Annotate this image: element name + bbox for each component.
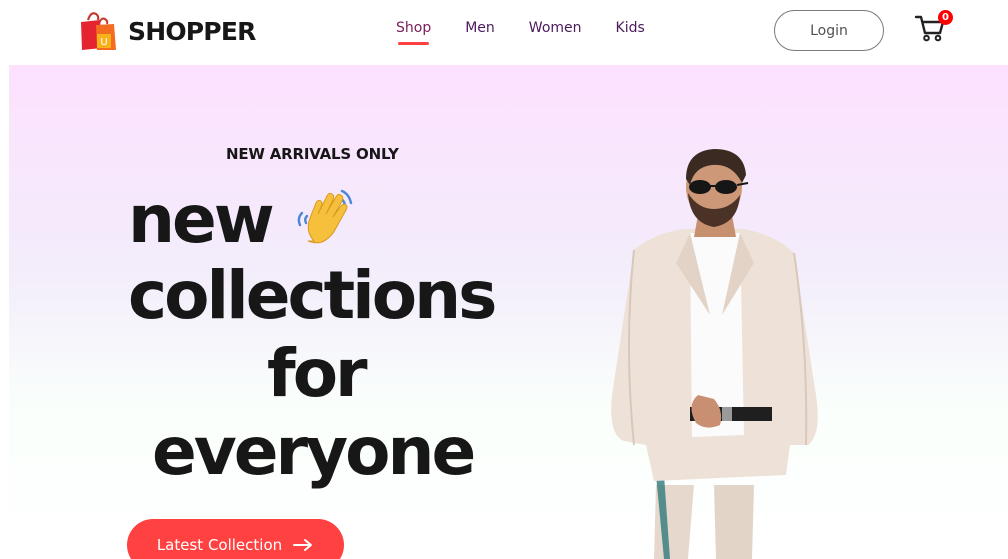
nav-item-label: Shop (396, 20, 432, 36)
nav-item-label: Kids (615, 20, 645, 36)
login-button[interactable]: Login (774, 10, 884, 51)
cta-label: Latest Collection (156, 536, 283, 554)
hero-section: NEW ARRIVALS ONLY new collections for ev… (9, 65, 1008, 559)
nav-item-shop[interactable]: Shop (396, 20, 432, 45)
hero-heading-line-3: for (267, 335, 368, 412)
cart-count-badge: 0 (938, 10, 953, 25)
hero-model-image (611, 149, 818, 559)
nav-item-label: Women (528, 20, 582, 36)
hero-heading-line-1: new (128, 181, 275, 258)
navbar: U SHOPPER Shop Men Women Kids Login 0 (0, 0, 1008, 62)
nav-item-men[interactable]: Men (465, 20, 495, 36)
waving-hand-icon (297, 189, 353, 244)
nav-item-kids[interactable]: Kids (616, 20, 645, 36)
nav-item-label: Men (465, 20, 495, 36)
hero-heading-line-4: everyone (152, 413, 476, 490)
hero-heading-line-2: collections (128, 257, 497, 334)
hero-tagline: NEW ARRIVALS ONLY (226, 145, 399, 163)
nav-item-women[interactable]: Women (529, 20, 582, 36)
main-nav: Shop Men Women Kids (396, 20, 679, 45)
arrow-right-icon (293, 539, 313, 551)
latest-collection-button[interactable]: Latest Collection (127, 519, 344, 559)
active-nav-underline (398, 42, 430, 45)
brand-name: SHOPPER (128, 16, 256, 46)
brand-logo[interactable]: U SHOPPER (78, 10, 256, 52)
shopping-bag-icon: U (81, 12, 116, 50)
svg-text:U: U (100, 37, 107, 48)
